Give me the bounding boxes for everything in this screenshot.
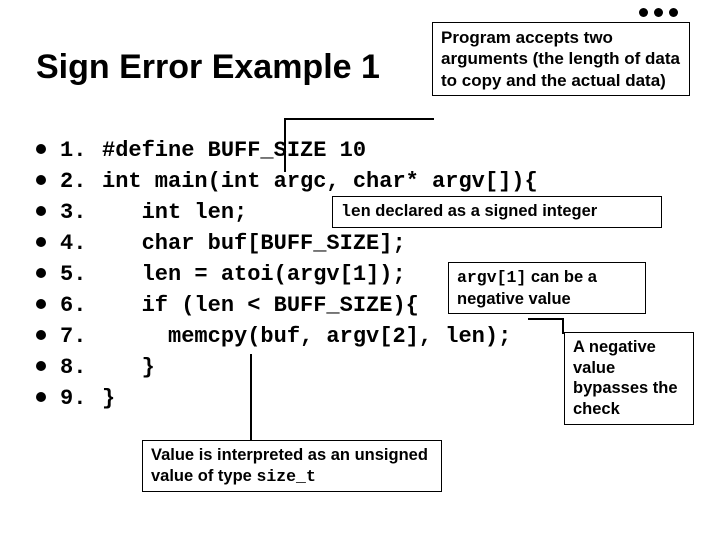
line-number: 6.	[60, 293, 102, 318]
code-text: }	[102, 386, 115, 411]
code-line: 9. }	[36, 386, 538, 411]
bullet-icon	[36, 206, 46, 216]
code-line: 5. len = atoi(argv[1]);	[36, 262, 538, 287]
code-line: 3. int len;	[36, 200, 538, 225]
line-number: 7.	[60, 324, 102, 349]
bullet-icon	[36, 299, 46, 309]
code-text: int len;	[102, 200, 247, 225]
code-text: len = atoi(argv[1]);	[102, 262, 406, 287]
callout-program-args: Program accepts two arguments (the lengt…	[432, 22, 690, 96]
code-line: 7. memcpy(buf, argv[2], len);	[36, 324, 538, 349]
line-number: 8.	[60, 355, 102, 380]
bullet-icon	[36, 144, 46, 154]
code-line: 6. if (len < BUFF_SIZE){	[36, 293, 538, 318]
line-number: 4.	[60, 231, 102, 256]
code-text: #define BUFF_SIZE 10	[102, 138, 366, 163]
code-text: char buf[BUFF_SIZE];	[102, 231, 406, 256]
callout-bypass-check: A negative value bypasses the check	[564, 332, 694, 425]
connector-line	[284, 118, 434, 120]
callout-size-t: Value is interpreted as an unsigned valu…	[142, 440, 442, 492]
bullet-icon	[36, 237, 46, 247]
line-number: 9.	[60, 386, 102, 411]
dot-icon	[654, 8, 663, 17]
line-number: 3.	[60, 200, 102, 225]
code-text: if (len < BUFF_SIZE){	[102, 293, 419, 318]
connector-line	[562, 318, 564, 334]
code-line: 4. char buf[BUFF_SIZE];	[36, 231, 538, 256]
dot-icon	[669, 8, 678, 17]
bullet-icon	[36, 330, 46, 340]
line-number: 1.	[60, 138, 102, 163]
bullet-icon	[36, 175, 46, 185]
code-text: memcpy(buf, argv[2], len);	[102, 324, 511, 349]
dot-icon	[639, 8, 648, 17]
line-number: 5.	[60, 262, 102, 287]
code-line: 8. }	[36, 355, 538, 380]
bullet-icon	[36, 392, 46, 402]
code-block: 1. #define BUFF_SIZE 10 2. int main(int …	[36, 138, 538, 417]
code-line: 1. #define BUFF_SIZE 10	[36, 138, 538, 163]
code-text: int main(int argc, char* argv[]){	[102, 169, 538, 194]
decorative-dots	[639, 8, 678, 17]
bullet-icon	[36, 268, 46, 278]
callout-code-token: size_t	[256, 467, 315, 486]
code-line: 2. int main(int argc, char* argv[]){	[36, 169, 538, 194]
code-text: }	[102, 355, 155, 380]
bullet-icon	[36, 361, 46, 371]
line-number: 2.	[60, 169, 102, 194]
slide-title: Sign Error Example 1	[36, 48, 380, 87]
